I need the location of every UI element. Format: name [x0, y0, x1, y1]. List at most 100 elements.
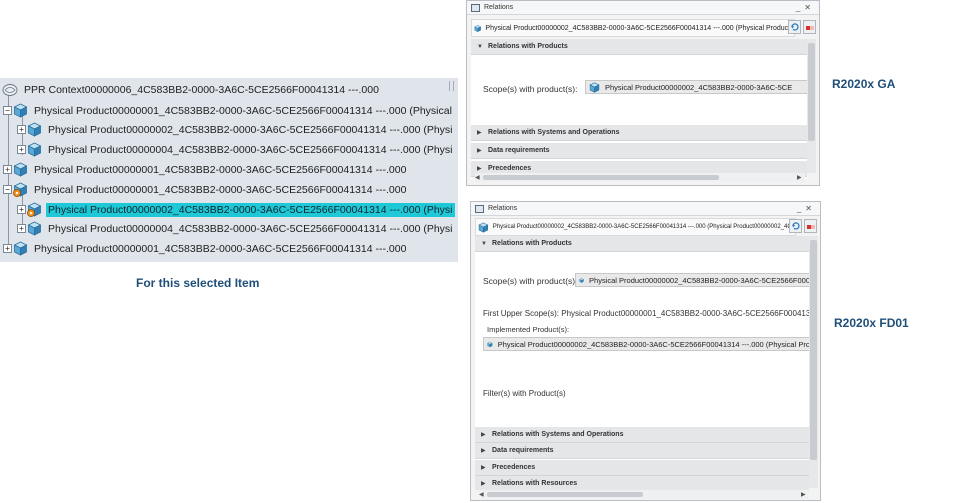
physical-product-icon	[14, 241, 27, 256]
section-title: Data requirements	[488, 147, 550, 154]
implemented-product-label: Physical Product00000002_4C583BB2-0000-3…	[497, 339, 809, 349]
scope-product-label: Physical Product00000002_4C583BB2-0000-3…	[605, 82, 793, 92]
refresh-button[interactable]	[788, 20, 801, 34]
implemented-product-chip[interactable]: Physical Product00000002_4C583BB2-0000-3…	[483, 337, 809, 351]
physical-product-icon	[478, 222, 489, 232]
section-relations-with-systems[interactable]: ▶ Relations with Systems and Operations	[471, 125, 807, 141]
relations-panel-ga: Relations _✕ Physical Product00000002_4C…	[466, 0, 820, 186]
version-label-fd01: R2020x FD01	[834, 316, 909, 330]
refresh-icon	[790, 23, 799, 31]
section-relations-with-resources[interactable]: ▶ Relations with Resources	[475, 476, 809, 490]
horizontal-scrollbar[interactable]	[475, 173, 805, 182]
horizontal-scrollbar[interactable]	[479, 490, 809, 499]
scope-label: Scope(s) with product(s):	[483, 84, 578, 94]
eraser-icon	[806, 225, 815, 229]
expand-arrow-icon: ▶	[477, 166, 482, 172]
expand-arrow-icon: ▶	[477, 130, 482, 136]
product-tree: PPR Context00000006_4C583BB2-0000-3A6C-5…	[0, 78, 458, 262]
relations-content: ▼ Relations with Products Scope(s) with …	[475, 236, 809, 490]
linked-product-icon	[27, 202, 42, 217]
tree-row[interactable]: + Physical Product00000001_4C583BB2-0000…	[3, 160, 458, 179]
tree-row-label: Physical Product00000001_4C583BB2-0000-3…	[34, 163, 407, 176]
section-relations-with-systems[interactable]: ▶ Relations with Systems and Operations	[475, 427, 809, 443]
section-precedences[interactable]: ▶ Precedences	[475, 460, 809, 476]
tree-row[interactable]: − Physical Product00000001_4C583BB2-0000…	[3, 180, 458, 199]
collapse-toggle[interactable]: −	[3, 106, 12, 115]
relations-content: ▼ Relations with Products Scope(s) with …	[471, 39, 807, 179]
physical-product-icon	[14, 162, 27, 177]
scope-product-chip[interactable]: Physical Product00000002_4C583BB2-0000-3…	[575, 273, 809, 287]
linked-product-icon	[13, 182, 28, 197]
collapse-arrow-icon: ▼	[481, 240, 487, 247]
selected-item-caption: For this selected Item	[136, 276, 260, 290]
relations-window-icon	[475, 204, 484, 213]
panel-title-bar[interactable]: Relations _✕	[471, 202, 820, 216]
tree-row[interactable]: + Physical Product00000004_4C583BB2-0000…	[17, 219, 458, 238]
collapse-arrow-icon: ▼	[477, 43, 483, 50]
tree-row-label: Physical Product00000001_4C583BB2-0000-3…	[34, 104, 452, 117]
filters-label: Filter(s) with Product(s)	[483, 389, 566, 398]
scope-product-chip[interactable]: Physical Product00000002_4C583BB2-0000-3…	[585, 80, 807, 94]
vertical-scrollbar[interactable]	[807, 39, 816, 173]
collapse-toggle[interactable]: −	[3, 185, 12, 194]
scope-label: Scope(s) with product(s):	[483, 276, 578, 286]
relations-window-icon	[471, 3, 480, 12]
physical-product-icon	[28, 142, 41, 157]
scroll-right-arrow-icon[interactable]: ▶	[797, 174, 802, 181]
expand-toggle[interactable]: +	[17, 145, 26, 154]
physical-product-icon	[28, 221, 41, 236]
physical-product-icon	[28, 122, 41, 137]
path-label: Physical Product00000002_4C583BB2-0000-3…	[485, 24, 794, 32]
current-object-path: Physical Product00000002_4C583BB2-0000-3…	[475, 218, 796, 236]
tree-row[interactable]: + Physical Product00000004_4C583BB2-0000…	[17, 140, 458, 159]
tree-row[interactable]: + Physical Product00000002_4C583BB2-0000…	[17, 120, 458, 139]
expand-toggle[interactable]: +	[17, 224, 26, 233]
version-label-ga: R2020x GA	[832, 77, 896, 91]
tree-row-label: Physical Product00000001_4C583BB2-0000-3…	[34, 242, 407, 255]
panel-title: Relations	[488, 205, 518, 212]
section-title: Precedences	[492, 464, 536, 471]
section-title: Relations with Systems and Operations	[488, 129, 620, 136]
window-controls[interactable]: _✕	[796, 3, 815, 12]
path-label: Physical Product00000002_4C583BB2-0000-3…	[492, 224, 795, 230]
refresh-icon	[791, 222, 800, 230]
clear-button[interactable]	[803, 20, 816, 34]
vertical-scrollbar[interactable]	[809, 236, 818, 488]
tree-row[interactable]: − Physical Product00000001_4C583BB2-0000…	[3, 101, 458, 120]
scroll-left-arrow-icon[interactable]: ◀	[475, 174, 480, 181]
ppr-context-icon	[2, 83, 18, 96]
tree-row-label: Physical Product00000004_4C583BB2-0000-3…	[48, 222, 453, 235]
expand-toggle[interactable]: +	[17, 125, 26, 134]
tree-root-label: PPR Context00000006_4C583BB2-0000-3A6C-5…	[24, 83, 379, 96]
physical-product-icon	[474, 24, 481, 32]
expand-toggle[interactable]: +	[17, 205, 26, 214]
scroll-left-arrow-icon[interactable]: ◀	[479, 491, 484, 498]
expand-arrow-icon: ▶	[481, 481, 486, 487]
tree-row-label: Physical Product00000001_4C583BB2-0000-3…	[34, 183, 407, 196]
section-relations-with-products[interactable]: ▼ Relations with Products	[475, 236, 809, 252]
scroll-right-arrow-icon[interactable]: ▶	[801, 491, 806, 498]
tree-row-label: Physical Product00000002_4C583BB2-0000-3…	[48, 123, 453, 136]
section-title: Relations with Resources	[492, 480, 578, 487]
clear-button[interactable]	[804, 219, 817, 233]
physical-product-icon	[579, 277, 584, 283]
section-data-requirements[interactable]: ▶ Data requirements	[475, 443, 809, 459]
tree-row-label: Physical Product00000004_4C583BB2-0000-3…	[48, 143, 453, 156]
section-relations-with-products[interactable]: ▼ Relations with Products	[471, 39, 807, 55]
section-title: Relations with Systems and Operations	[492, 431, 624, 438]
expand-arrow-icon: ▶	[481, 432, 486, 438]
refresh-button[interactable]	[789, 219, 802, 233]
expand-arrow-icon: ▶	[477, 148, 482, 154]
tree-root-row[interactable]: PPR Context00000006_4C583BB2-0000-3A6C-5…	[2, 80, 458, 99]
physical-product-icon	[589, 81, 600, 93]
tree-row-selected[interactable]: + Physical Product00000002_4C583BB2-0000…	[17, 200, 458, 219]
physical-product-icon	[14, 103, 27, 118]
expand-toggle[interactable]: +	[3, 165, 12, 174]
section-data-requirements[interactable]: ▶ Data requirements	[471, 143, 807, 159]
panel-title-bar[interactable]: Relations _✕	[467, 1, 819, 15]
expand-toggle[interactable]: +	[3, 244, 12, 253]
expand-arrow-icon: ▶	[481, 448, 486, 454]
tree-row[interactable]: + Physical Product00000001_4C583BB2-0000…	[3, 239, 458, 258]
window-controls[interactable]: _✕	[797, 204, 816, 213]
tree-row-label: Physical Product00000002_4C583BB2-0000-3…	[46, 202, 455, 217]
